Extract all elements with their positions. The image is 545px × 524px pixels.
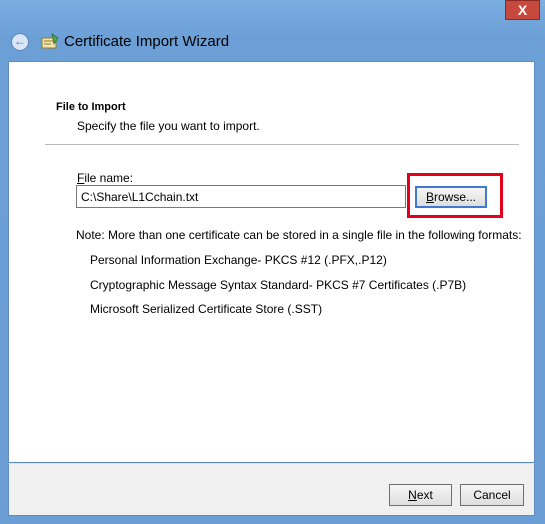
format-item-sst: Microsoft Serialized Certificate Store (…: [90, 302, 323, 316]
certificate-wizard-icon: [41, 33, 59, 49]
next-button[interactable]: Next: [389, 484, 452, 506]
divider: [45, 144, 519, 145]
cancel-button[interactable]: Cancel: [460, 484, 524, 506]
wizard-footer: Next Cancel: [8, 463, 535, 516]
wizard-content: File to Import Specify the file you want…: [8, 61, 535, 463]
format-item-pfx: Personal Information Exchange- PKCS #12 …: [90, 253, 387, 267]
formats-note: Note: More than one certificate can be s…: [76, 228, 522, 242]
next-button-rest: ext: [416, 488, 433, 502]
back-button[interactable]: ←: [11, 33, 29, 51]
file-name-label: File name:: [77, 171, 133, 185]
format-item-p7b: Cryptographic Message Syntax Standard- P…: [90, 278, 467, 292]
next-button-accel: N: [408, 488, 417, 502]
wizard-title: Certificate Import Wizard: [64, 33, 230, 50]
section-heading: File to Import: [56, 101, 126, 113]
file-name-input[interactable]: [76, 185, 406, 208]
browse-button-accel: B: [425, 190, 434, 204]
file-name-label-rest: ile name:: [84, 171, 134, 185]
wizard-window: X ← Certificate Import Wizard File to Im…: [0, 0, 545, 524]
close-button[interactable]: X: [505, 0, 540, 20]
browse-button-rest: rowse...: [434, 190, 477, 204]
browse-button[interactable]: Browse...: [415, 186, 487, 208]
section-subheading: Specify the file you want to import.: [77, 119, 260, 133]
